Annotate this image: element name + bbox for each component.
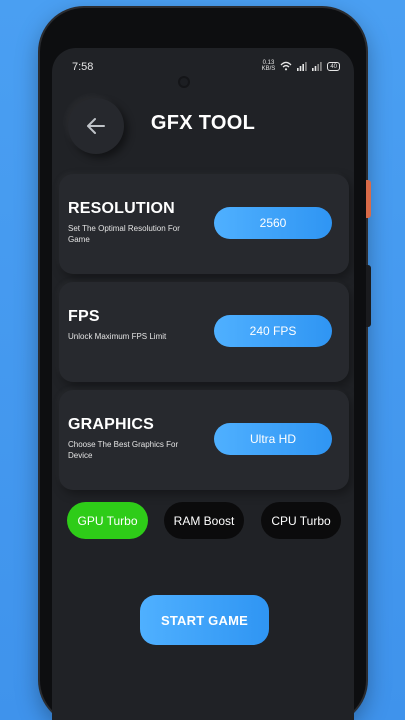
resolution-description: Set The Optimal Resolution For Game bbox=[68, 224, 180, 244]
resolution-card: RESOLUTION Set The Optimal Resolution Fo… bbox=[59, 174, 349, 274]
graphics-select-button[interactable]: Ultra HD bbox=[214, 423, 332, 455]
fps-select-button[interactable]: 240 FPS bbox=[214, 315, 332, 347]
start-game-button[interactable]: START GAME bbox=[140, 595, 269, 645]
status-time: 7:58 bbox=[72, 61, 94, 73]
wifi-icon bbox=[280, 61, 292, 71]
resolution-title: RESOLUTION bbox=[68, 200, 175, 217]
signal-icon bbox=[297, 61, 308, 71]
cpu-turbo-button[interactable]: CPU Turbo bbox=[261, 502, 341, 539]
status-icons: 0.13 KB/S 40 bbox=[262, 60, 340, 72]
status-bar: 7:58 0.13 KB/S 40 bbox=[52, 58, 354, 78]
resolution-select-button[interactable]: 2560 bbox=[214, 207, 332, 239]
app-screen: 7:58 0.13 KB/S 40 GFX TOOL RESOLUTION Se… bbox=[52, 48, 354, 720]
network-speed: 0.13 KB/S bbox=[262, 60, 276, 72]
ram-boost-button[interactable]: RAM Boost bbox=[164, 502, 244, 539]
fps-description: Unlock Maximum FPS Limit bbox=[68, 332, 167, 341]
gpu-turbo-button[interactable]: GPU Turbo bbox=[67, 502, 148, 539]
front-camera bbox=[180, 78, 188, 86]
graphics-card: GRAPHICS Choose The Best Graphics For De… bbox=[59, 390, 349, 490]
graphics-title: GRAPHICS bbox=[68, 416, 155, 433]
battery-indicator: 40 bbox=[327, 61, 340, 71]
signal-icon-2 bbox=[312, 61, 323, 71]
page-title: GFX TOOL bbox=[150, 112, 256, 134]
fps-card: FPS Unlock Maximum FPS Limit 240 FPS bbox=[59, 282, 349, 382]
phone-volume-button bbox=[366, 265, 371, 327]
phone-side-button bbox=[366, 180, 371, 218]
fps-title: FPS bbox=[68, 308, 100, 325]
network-speed-unit: KB/S bbox=[261, 66, 276, 72]
graphics-description: Choose The Best Graphics For Device bbox=[68, 440, 179, 460]
